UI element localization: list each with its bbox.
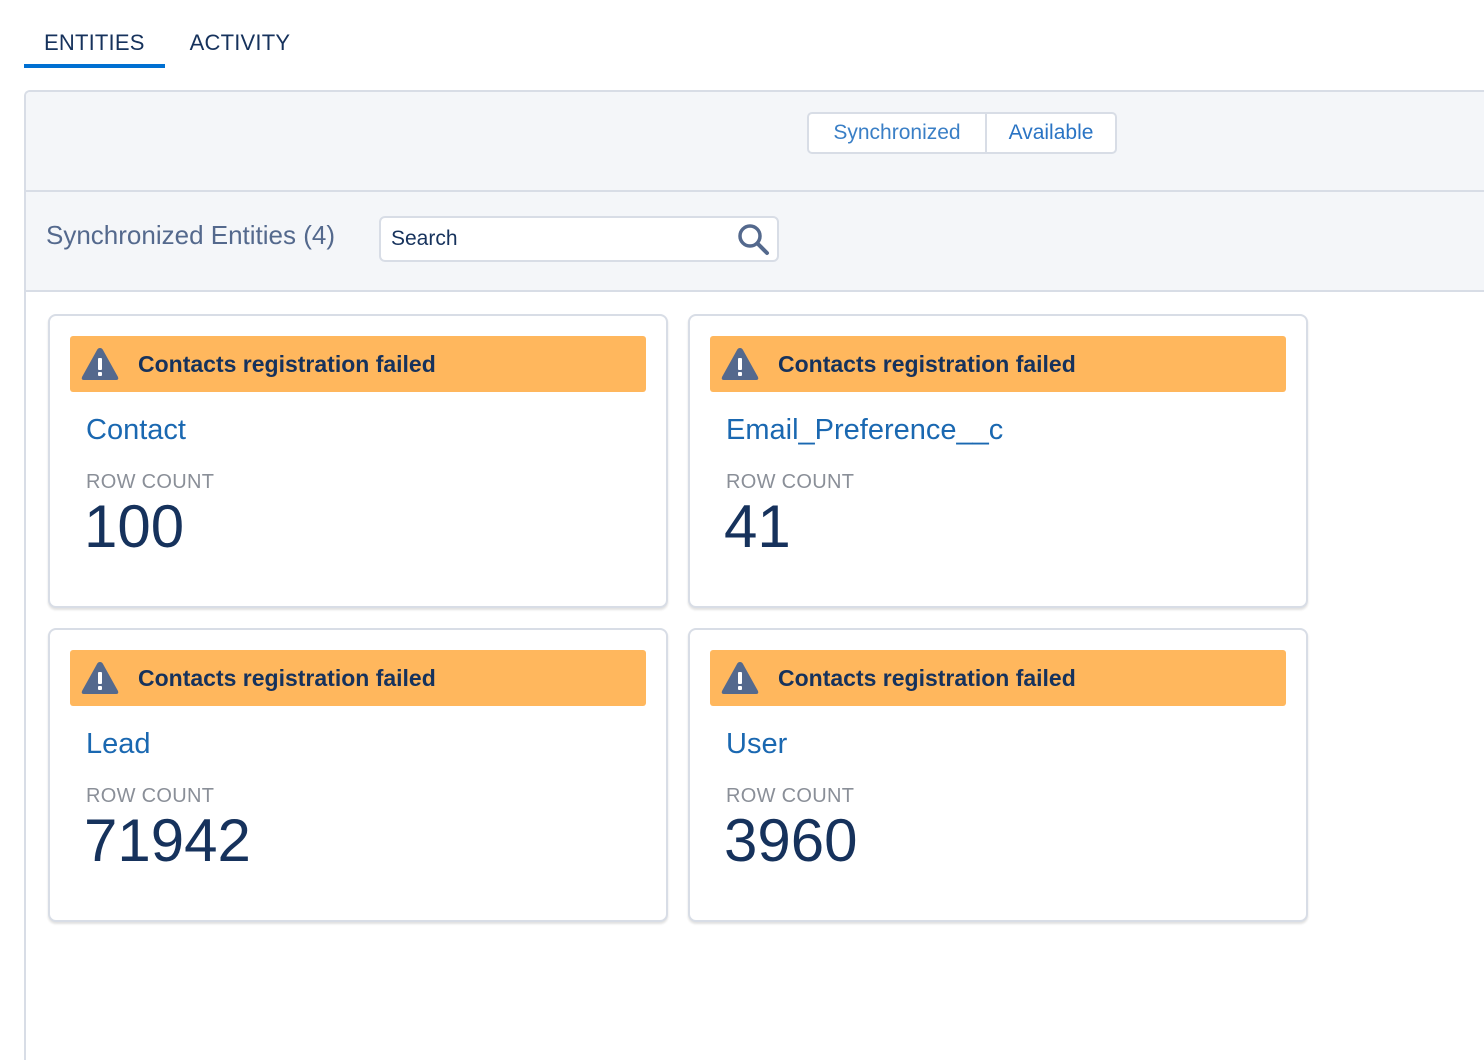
view-toggle: Synchronized Available — [807, 112, 1117, 154]
entity-card: Contacts registration failed Lead ROW CO… — [48, 628, 668, 922]
warning-icon — [80, 658, 120, 698]
tab-activity[interactable]: ACTIVITY — [165, 20, 311, 68]
row-count-label: ROW COUNT — [86, 785, 215, 807]
tab-bar: ENTITIES ACTIVITY — [24, 20, 310, 68]
search-icon[interactable] — [733, 219, 773, 259]
row-count-value: 100 — [84, 493, 185, 560]
row-count-label: ROW COUNT — [86, 471, 215, 493]
entity-link[interactable]: Contact — [86, 414, 646, 447]
entity-card: Contacts registration failed User ROW CO… — [688, 628, 1308, 922]
warning-icon — [720, 658, 760, 698]
entities-header: Synchronized Entities (4) — [26, 192, 1484, 292]
alert-text: Contacts registration failed — [138, 664, 436, 691]
warning-icon — [80, 344, 120, 384]
entities-panel: Synchronized Available Synchronized Enti… — [24, 90, 1484, 1060]
alert-text: Contacts registration failed — [778, 350, 1076, 377]
toolbar: Synchronized Available — [26, 92, 1484, 192]
row-count-value: 71942 — [84, 807, 251, 874]
search-input[interactable] — [381, 219, 733, 259]
alert-text: Contacts registration failed — [778, 664, 1076, 691]
tab-entities[interactable]: ENTITIES — [24, 20, 165, 68]
warning-icon — [720, 344, 760, 384]
entity-card: Contacts registration failed Email_Prefe… — [688, 314, 1308, 608]
row-count-value: 41 — [724, 493, 791, 560]
alert-banner: Contacts registration failed — [70, 336, 646, 392]
synchronized-button[interactable]: Synchronized — [809, 114, 987, 152]
alert-banner: Contacts registration failed — [710, 336, 1286, 392]
entity-link[interactable]: Email_Preference__c — [726, 414, 1286, 447]
search-box — [379, 216, 779, 262]
row-count-label: ROW COUNT — [726, 471, 855, 493]
entity-card: Contacts registration failed Contact ROW… — [48, 314, 668, 608]
alert-banner: Contacts registration failed — [70, 650, 646, 706]
alert-banner: Contacts registration failed — [710, 650, 1286, 706]
row-count-label: ROW COUNT — [726, 785, 855, 807]
entity-link[interactable]: User — [726, 728, 1286, 761]
alert-text: Contacts registration failed — [138, 350, 436, 377]
entity-link[interactable]: Lead — [86, 728, 646, 761]
row-count-value: 3960 — [724, 807, 858, 874]
available-button[interactable]: Available — [987, 114, 1115, 152]
entities-title: Synchronized Entities (4) — [46, 220, 336, 250]
entity-grid: Contacts registration failed Contact ROW… — [48, 314, 1308, 922]
